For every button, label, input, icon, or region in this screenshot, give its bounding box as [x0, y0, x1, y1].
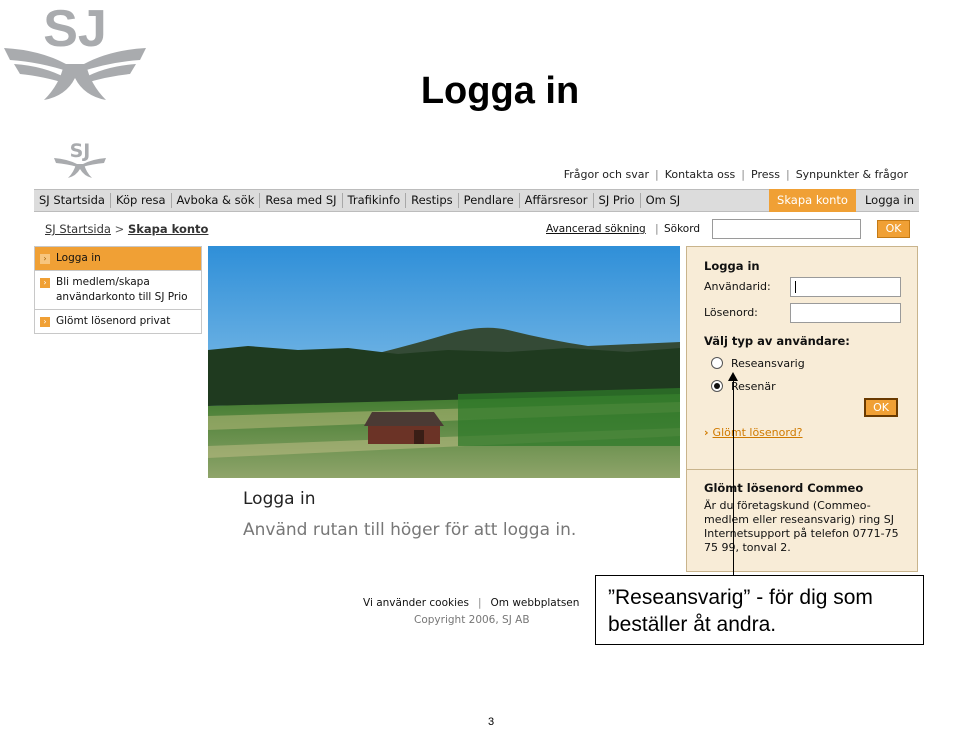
slide-title: Logga in [420, 70, 580, 112]
login-box-divider [687, 469, 917, 470]
radio-label-reseansvarig[interactable]: Reseansvarig [731, 357, 805, 370]
breadcrumb-current[interactable]: Skapa konto [128, 222, 209, 236]
arrow-up-icon [728, 372, 738, 381]
top-link-press[interactable]: Press [745, 168, 786, 181]
arrow-right-icon: › [40, 317, 50, 327]
nav-item-startsida[interactable]: SJ Startsida [34, 193, 111, 208]
advanced-search-link[interactable]: Avancerad sökning [546, 223, 646, 235]
nav-item-kop-resa[interactable]: Köp resa [111, 193, 172, 208]
nav-item-pendlare[interactable]: Pendlare [459, 193, 520, 208]
hero-image [208, 246, 680, 478]
nav-item-resa-med-sj[interactable]: Resa med SJ [260, 193, 343, 208]
breadcrumb: SJ Startsida > Skapa konto [45, 222, 208, 236]
search-separator: | [655, 222, 659, 235]
login-title: Logga in [704, 259, 760, 273]
sj-logo-icon[interactable]: SJ [52, 140, 108, 180]
top-link-contact[interactable]: Kontakta oss [659, 168, 742, 181]
left-menu-item-bli-medlem[interactable]: › Bli medlem/skapa användarkonto till SJ… [35, 271, 201, 310]
top-link-faq[interactable]: Frågor och svar [558, 168, 655, 181]
footer-link-cookies[interactable]: Vi använder cookies [363, 597, 469, 609]
callout-line-2: beställer åt andra. [608, 613, 777, 636]
search-label: Sökord [664, 223, 701, 235]
top-link-feedback[interactable]: Synpunkter & frågor [790, 168, 914, 181]
main-nav: SJ Startsida Köp resa Avboka & sök Resa … [34, 189, 919, 212]
commeo-title: Glömt lösenord Commeo [704, 481, 864, 495]
callout-line-1: ”Reseansvarig” - för dig som [608, 586, 873, 609]
login-ok-button[interactable]: OK [864, 398, 898, 417]
username-label: Användarid: [704, 280, 771, 293]
nav-item-logga-in[interactable]: Logga in [860, 193, 919, 208]
annotation-arrow-line [733, 376, 734, 575]
nav-item-avboka[interactable]: Avboka & sök [172, 193, 261, 208]
page-number: 3 [488, 716, 495, 728]
callout-box: ”Reseansvarig” - för dig som beställer å… [595, 575, 924, 645]
radio-label-resenar[interactable]: Resenär [731, 380, 776, 393]
left-menu-item-label: Glömt lösenord privat [56, 315, 171, 327]
nav-item-om-sj[interactable]: Om SJ [641, 193, 686, 208]
radio-reseansvarig[interactable] [711, 357, 723, 369]
hero-text: Använd rutan till höger för att logga in… [243, 520, 577, 540]
arrow-right-icon: › [40, 278, 50, 288]
breadcrumb-home[interactable]: SJ Startsida [45, 222, 111, 236]
footer-links: Vi använder cookies | Om webbplatsen [363, 597, 580, 609]
search-ok-button[interactable]: OK [877, 220, 910, 238]
top-links: Frågor och svar | Kontakta oss | Press | Synpu… [558, 168, 914, 181]
arrow-right-icon: › [704, 426, 709, 439]
login-box: Logga in Användarid: Lösenord: Välj typ … [686, 246, 918, 572]
svg-text:SJ: SJ [70, 140, 91, 162]
left-menu: › Logga in › Bli medlem/skapa användarko… [34, 246, 202, 334]
nav-item-restips[interactable]: Restips [406, 193, 459, 208]
arrow-right-icon: › [40, 254, 50, 264]
password-label: Lösenord: [704, 306, 758, 319]
footer-link-about[interactable]: Om webbplatsen [490, 597, 579, 609]
left-menu-item-label: Logga in [56, 252, 101, 264]
nav-item-skapa-konto[interactable]: Skapa konto [769, 189, 856, 212]
forgot-password-link[interactable]: › Glömt lösenord? [704, 426, 803, 439]
left-menu-item-label: Bli medlem/skapa användarkonto till SJ P… [56, 276, 188, 303]
user-type-title: Välj typ av användare: [704, 334, 850, 348]
nav-item-sj-prio[interactable]: SJ Prio [594, 193, 641, 208]
nav-item-trafikinfo[interactable]: Trafikinfo [343, 193, 407, 208]
copyright: Copyright 2006, SJ AB [414, 614, 530, 626]
username-input[interactable] [790, 277, 901, 297]
svg-text:SJ: SJ [43, 0, 107, 58]
radio-resenar[interactable] [711, 380, 723, 392]
website-screenshot: SJ Frågor och svar | Kontakta oss | Press | Sy… [28, 136, 960, 648]
breadcrumb-separator: > [114, 222, 125, 236]
commeo-text: Är du företagskund (Commeo-medlem eller … [704, 499, 899, 554]
hero-title: Logga in [243, 489, 316, 509]
left-menu-item-logga-in[interactable]: › Logga in [35, 247, 201, 271]
text-caret [795, 281, 796, 293]
left-menu-item-glomt-losenord[interactable]: › Glömt lösenord privat [35, 310, 201, 333]
nav-item-affarsresor[interactable]: Affärsresor [520, 193, 594, 208]
password-input[interactable] [790, 303, 901, 323]
search-input[interactable] [712, 219, 861, 239]
